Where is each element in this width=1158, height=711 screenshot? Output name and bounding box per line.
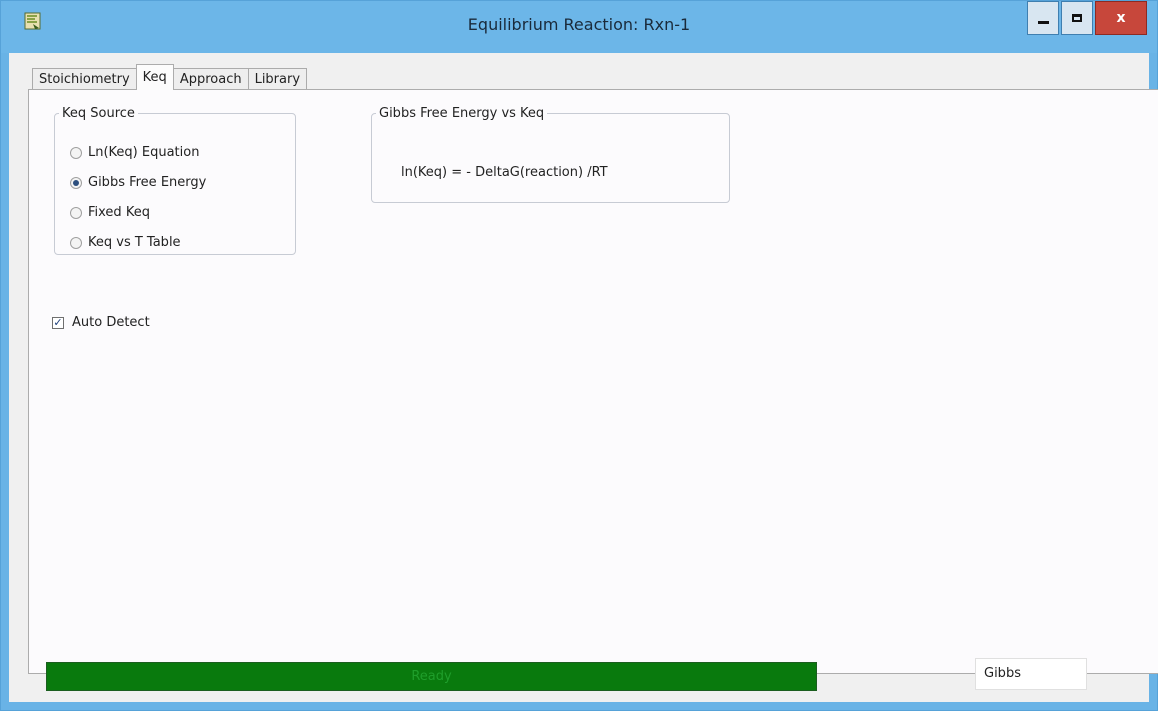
keq-source-group: Keq Source Ln(Keq) Equation Gibbs Free E…: [54, 106, 296, 255]
tab-stoichiometry[interactable]: Stoichiometry: [32, 68, 137, 90]
minimize-button[interactable]: [1027, 1, 1059, 35]
radio-fixed-keq[interactable]: Fixed Keq: [70, 205, 150, 220]
title-bar[interactable]: Equilibrium Reaction: Rxn-1 x: [1, 1, 1157, 53]
gibbs-vs-keq-group: Gibbs Free Energy vs Keq ln(Keq) = - Del…: [371, 106, 730, 203]
keq-source-title: Keq Source: [62, 106, 135, 121]
minimize-icon: [1037, 20, 1049, 24]
auto-detect-checkbox[interactable]: ✓ Auto Detect: [52, 315, 150, 330]
mode-field: Gibbs: [975, 658, 1087, 690]
close-icon: x: [1116, 10, 1126, 26]
close-button[interactable]: x: [1095, 1, 1147, 35]
keq-formula: ln(Keq) = - DeltaG(reaction) /RT: [401, 165, 608, 180]
radio-button-selected-icon[interactable]: [70, 176, 82, 189]
window-title: Equilibrium Reaction: Rxn-1: [467, 15, 691, 34]
tab-label: Keq: [142, 70, 167, 85]
radio-button-icon[interactable]: [70, 146, 82, 159]
auto-detect-label: Auto Detect: [72, 315, 150, 330]
tab-library[interactable]: Library: [247, 68, 308, 90]
radio-gibbs-free-energy[interactable]: Gibbs Free Energy: [70, 175, 206, 190]
radio-label: Keq vs T Table: [88, 235, 181, 250]
radio-label: Ln(Keq) Equation: [88, 145, 200, 160]
tab-keq[interactable]: Keq: [135, 64, 174, 90]
radio-keq-vs-t-table[interactable]: Keq vs T Table: [70, 235, 181, 250]
radio-ln-keq-equation[interactable]: Ln(Keq) Equation: [70, 145, 199, 160]
keq-tab-panel: Keq Source Ln(Keq) Equation Gibbs Free E…: [28, 89, 1158, 674]
checkmark-icon[interactable]: ✓: [52, 316, 64, 329]
status-text: Ready: [411, 669, 452, 684]
equilibrium-reaction-window: Equilibrium Reaction: Rxn-1 x Stoichiome…: [0, 0, 1158, 711]
client-area: Stoichiometry Keq Approach Library Keq S…: [9, 53, 1158, 702]
tab-label: Stoichiometry: [39, 72, 130, 87]
tab-strip: Stoichiometry Keq Approach Library: [32, 64, 308, 90]
maximize-button[interactable]: [1061, 1, 1093, 35]
radio-button-icon[interactable]: [70, 236, 82, 249]
status-bar: Ready: [46, 662, 817, 691]
radio-label: Gibbs Free Energy: [88, 175, 207, 190]
radio-button-icon[interactable]: [70, 206, 82, 219]
gibbs-vs-keq-title: Gibbs Free Energy vs Keq: [379, 106, 545, 121]
radio-label: Fixed Keq: [88, 205, 150, 220]
tab-label: Approach: [179, 72, 242, 87]
maximize-icon: [1072, 14, 1082, 22]
tab-label: Library: [254, 72, 301, 87]
tab-approach[interactable]: Approach: [172, 68, 249, 90]
